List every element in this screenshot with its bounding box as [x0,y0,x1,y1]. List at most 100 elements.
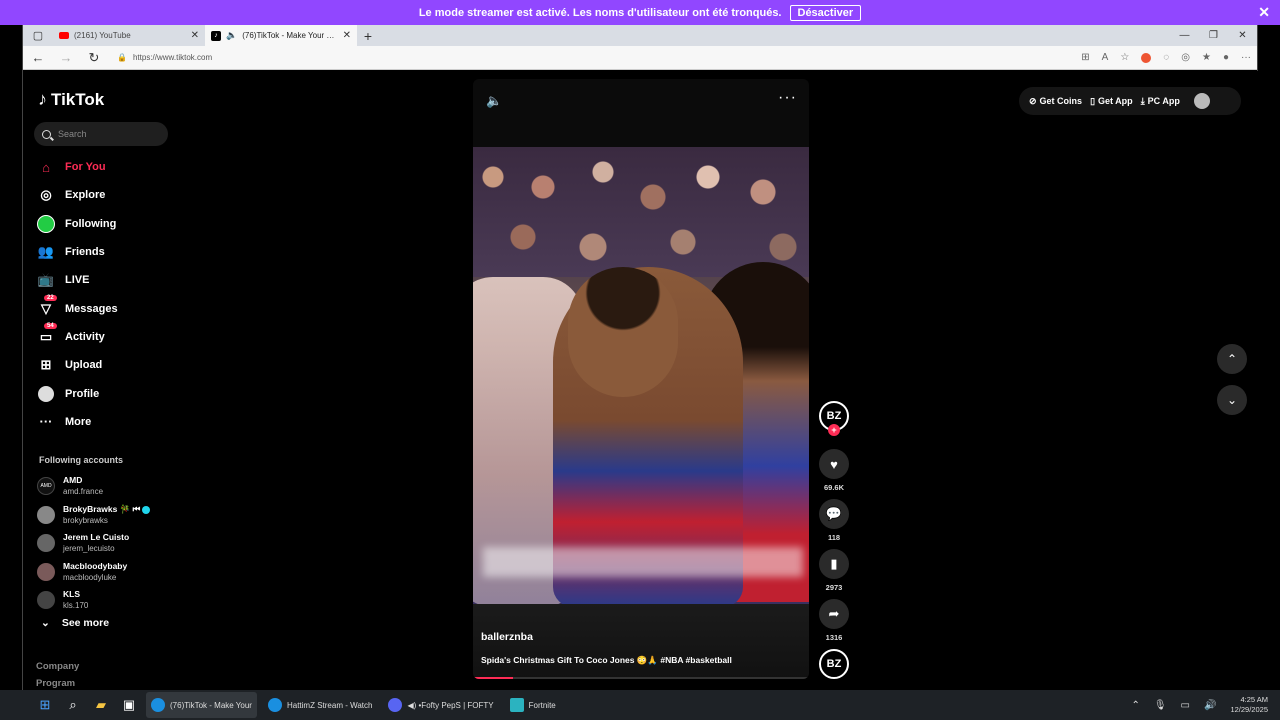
sidebar-item-more[interactable]: ··· More [37,408,187,436]
sidebar-item-explore[interactable]: ◎ Explore [37,181,187,209]
streamer-mode-banner: Le mode streamer est activé. Les noms d'… [0,0,1280,25]
taskbar-item-edge-stream[interactable]: HattimZ Stream - Watch [263,692,378,718]
taskbar-item-edge-tiktok[interactable]: (76)TikTok - Make Your [146,692,257,718]
back-icon[interactable]: ← [29,50,47,65]
previous-video-button[interactable]: ⌃ [1217,344,1247,374]
account-item[interactable]: BrokyBrawks 🎋 ⏮ brokybrawks [37,501,187,530]
video-player[interactable]: 🔈 ··· ballerznba Spida's Christmas Gift … [473,79,809,679]
sidebar-item-for-you[interactable]: ⌂ For You [37,153,187,181]
creator-initials: BZ [826,410,842,422]
chevron-up-icon: ⌃ [1226,352,1238,366]
tiktok-note-icon: ♪ [38,89,47,109]
sound-avatar[interactable]: BZ [819,649,849,679]
browser-essentials-icon[interactable]: ◎ [1181,52,1190,63]
sidebar-item-live[interactable]: 📺 LIVE [37,266,187,294]
sidebar-menu: ⌂ For You ◎ Explore Following 👥 Friends … [37,153,187,436]
file-explorer-icon[interactable]: ▰ [90,694,112,716]
windows-start-icon[interactable]: ⊞ [34,694,56,716]
sidebar-item-label: Profile [65,387,100,400]
tab-actions-icon[interactable]: ▢ [23,25,53,46]
like-button[interactable]: ♥ [819,449,849,479]
save-button[interactable]: ▮ [819,549,849,579]
follow-plus-icon[interactable]: + [828,424,840,436]
next-video-button[interactable]: ⌄ [1217,385,1247,415]
system-tray: ⌃ 🎙 ▭ 🔊 4:25 AM 12/29/2025 [1131,690,1268,720]
more-options-icon[interactable]: ··· [778,89,797,107]
search-icon[interactable]: ⌕ [62,694,84,716]
messages-icon: ▽ 22 [37,294,57,318]
microphone-icon[interactable]: 🎙 [1154,700,1167,711]
account-item[interactable]: AMD AMD amd.france [37,472,187,501]
footer-link-company[interactable]: Company [36,661,79,672]
sidebar-item-activity[interactable]: ▭ 54 Activity [37,322,187,351]
tiktok-logo[interactable]: ♪ TikTok [38,89,104,110]
close-tab-icon[interactable]: ✕ [343,30,351,41]
account-name: BrokyBrawks 🎋 ⏮ [63,503,141,514]
share-button[interactable]: ➦ [819,599,849,629]
see-more-button[interactable]: ⌄ See more [41,617,109,629]
taskbar-item-discord[interactable]: ◀) •Fofty PepS | FOFTY [383,692,498,718]
banner-close-icon[interactable]: ✕ [1258,4,1270,21]
deactivate-button[interactable]: Désactiver [789,4,862,21]
avatar [37,591,55,610]
pc-app-button[interactable]: ⤓ PC App [1141,96,1180,107]
sidebar-item-messages[interactable]: ▽ 22 Messages [37,294,187,322]
time: 4:25 AM [1240,695,1268,704]
comment-button[interactable]: 💬 [819,499,849,529]
favorite-icon[interactable]: ☆ [1120,52,1129,63]
refresh-icon[interactable]: ↻ [85,50,103,66]
sidebar-item-profile[interactable]: Profile [37,379,187,407]
account-item[interactable]: Jerem Le Cuisto jerem_lecuisto [37,529,187,558]
following-avatar-icon [37,214,55,233]
extension-icon[interactable] [1141,52,1152,63]
taskbar-item-fortnite[interactable]: Fortnite [505,692,561,718]
account-item[interactable]: Macbloodybaby macbloodyluke [37,558,187,587]
store-icon[interactable]: ▣ [118,694,140,716]
video-progress-bar[interactable] [473,677,809,679]
tab-youtube[interactable]: (2161) YouTube ✕ [53,25,205,46]
get-coins-button[interactable]: ⊘ Get Coins [1029,96,1082,107]
speaker-icon[interactable]: 🔈 [226,30,237,41]
avatar[interactable] [1193,93,1210,109]
restore-icon[interactable]: ❐ [1199,25,1228,46]
creator-avatar[interactable]: BZ + [819,401,849,436]
save-count: 2973 [825,583,843,592]
account-username: macbloodyluke [63,572,117,582]
chevron-up-icon[interactable]: ⌃ [1131,700,1139,711]
account-name: AMD [63,475,83,486]
minimize-icon[interactable]: — [1170,25,1199,46]
close-window-icon[interactable]: ✕ [1228,25,1257,46]
sidebar-item-following[interactable]: Following [37,210,187,238]
following-accounts-list: AMD AMD amd.france BrokyBrawks 🎋 ⏮ brokybr… [37,472,187,615]
read-aloud-icon[interactable]: A [1102,52,1109,63]
clock[interactable]: 4:25 AM 12/29/2025 [1230,695,1268,715]
volume-icon[interactable]: 🔈 [486,93,502,109]
forward-icon[interactable]: → [57,50,75,65]
network-icon[interactable]: ▭ [1181,700,1190,711]
search-input[interactable]: Search [34,122,168,146]
app-available-icon[interactable]: ⊞ [1081,52,1089,63]
comment-icon: 💬 [825,506,843,521]
account-item[interactable]: KLS kls.170 [37,586,187,615]
tab-tiktok[interactable]: ♪ 🔈 (76)TikTok - Make Your Day ✕ [205,25,357,46]
extension-icon[interactable]: ◌ [1163,52,1169,63]
pc-app-label: PC App [1147,96,1180,106]
account-username: jerem_lecuisto [63,544,115,554]
taskbar-item-label: HattimZ Stream - Watch [286,700,373,710]
crowd-image [473,147,809,277]
activity-badge: 54 [44,322,57,329]
close-tab-icon[interactable]: ✕ [191,30,199,41]
favorites-icon[interactable]: ★ [1202,52,1211,63]
profile-icon[interactable]: ● [1223,52,1229,63]
settings-more-icon[interactable]: ··· [1241,52,1251,63]
get-app-button[interactable]: ▯ Get App [1090,96,1133,107]
logo-text: TikTok [51,89,105,109]
sidebar-item-friends[interactable]: 👥 Friends [37,238,187,266]
footer-link-program[interactable]: Program [36,678,75,689]
account-username: brokybrawks [63,515,108,525]
video-author[interactable]: ballerznba [481,631,533,643]
url-field[interactable]: 🔒 https://www.tiktok.com [113,49,1071,67]
new-tab-button[interactable]: + [357,25,379,46]
volume-icon[interactable]: 🔊 [1204,700,1216,711]
sidebar-item-upload[interactable]: ⊞ Upload [37,351,187,379]
